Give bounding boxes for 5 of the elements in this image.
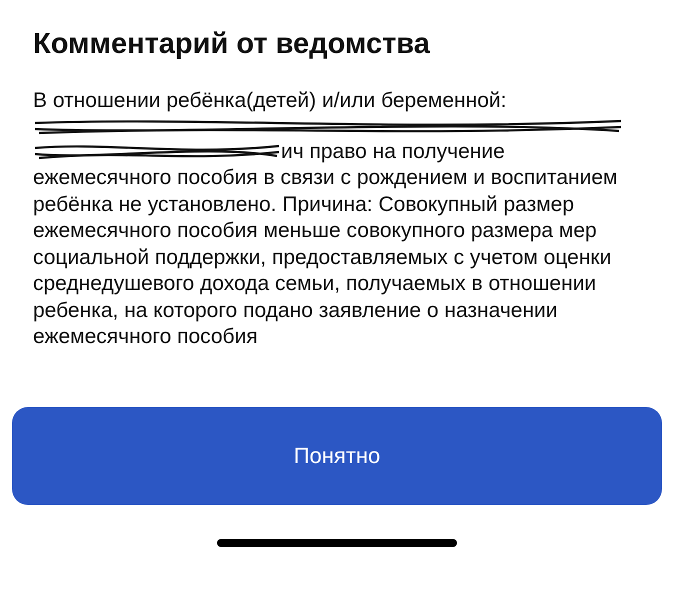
ok-button[interactable]: Понятно xyxy=(12,406,662,504)
comment-text: ежемесячного пособия в связи с рождением и воспитанием ребёнка не установлено. Причина: Совокупный размер ежемесячного пособия меньше совокупного размера мер социальной поддержки, предоставляемых с учетом оценки среднедушевого дохода семьи, получаемых в отношении ребенка, на которого подано заявление о назначении ежемесячного пособия xyxy=(33,165,618,350)
dialog-title: Комментарий от ведомства xyxy=(33,27,431,62)
comment-text: ич право на получение xyxy=(281,138,505,164)
comment-text: В отношении ребёнка(детей) и/или беременной: xyxy=(33,88,506,114)
